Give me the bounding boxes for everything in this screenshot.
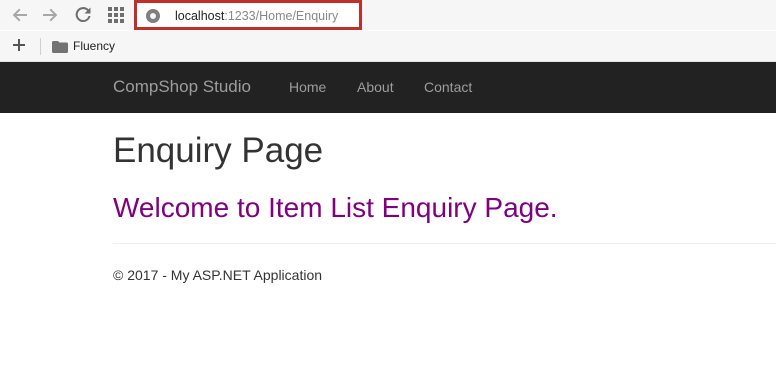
address-path: :1233/Home/Enquiry [224,9,339,23]
footer-divider [113,243,776,244]
address-bar[interactable]: localhost:1233/Home/Enquiry [134,0,362,30]
welcome-message: Welcome to Item List Enquiry Page. [113,192,558,223]
bookmarks-separator [40,38,41,55]
reload-icon[interactable] [73,5,93,25]
site-info-icon[interactable] [146,9,160,23]
nav-link-home[interactable]: Home [289,79,326,96]
address-text[interactable]: localhost:1233/Home/Enquiry [175,8,338,24]
folder-icon [52,40,68,53]
bookmarks-bar: Fluency [0,31,776,62]
bookmark-fluency[interactable]: Fluency [73,39,115,54]
navbar-brand[interactable]: CompShop Studio [113,77,251,97]
nav-link-contact[interactable]: Contact [424,79,472,96]
apps-grid-icon[interactable] [106,5,126,25]
plus-icon[interactable] [12,38,26,52]
page-title: Enquiry Page [113,131,324,170]
back-arrow-icon[interactable] [10,5,30,25]
address-host: localhost [175,9,225,23]
footer-copyright: © 2017 - My ASP.NET Application [113,267,323,283]
browser-toolbar: localhost:1233/Home/Enquiry [0,0,776,30]
site-navbar: CompShop Studio Home About Contact [0,62,776,113]
forward-arrow-icon[interactable] [40,5,60,25]
nav-link-about[interactable]: About [357,79,394,96]
